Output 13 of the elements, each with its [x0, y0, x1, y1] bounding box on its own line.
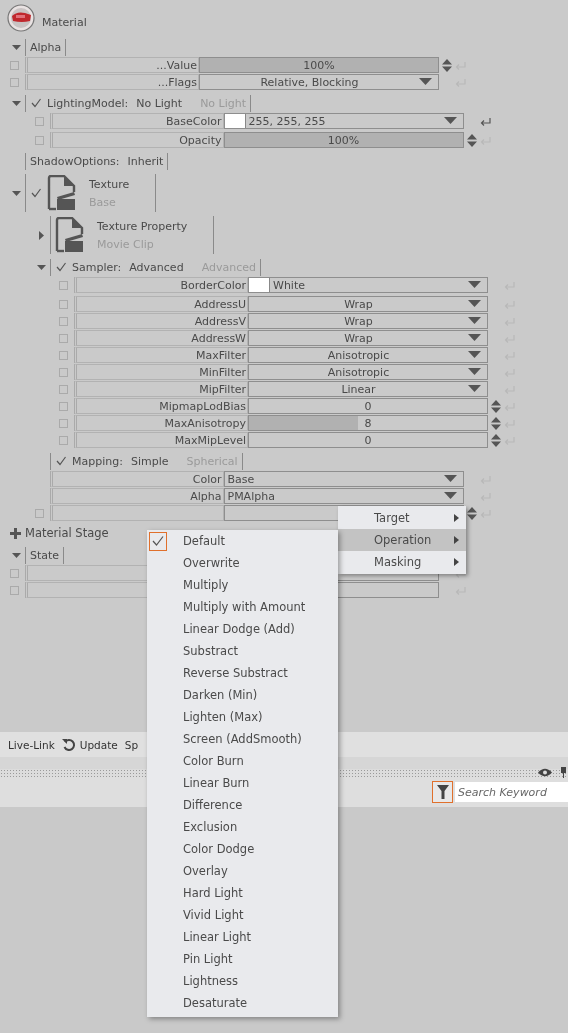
group-label: Sampler: — [72, 260, 122, 274]
group-label: ShadowOptions: — [30, 154, 120, 168]
asset-title: Texture Property — [97, 219, 188, 233]
label-field: Opacity — [49, 132, 224, 148]
label-field: Color — [49, 471, 224, 487]
group-label: Mapping: — [72, 454, 123, 468]
group-label: LightingModel: — [47, 96, 129, 110]
label-field: Alpha — [49, 488, 224, 504]
asset-title: Texture — [89, 177, 130, 191]
label-field: BaseColor — [49, 113, 224, 129]
material-title: Material — [42, 16, 87, 29]
group-label: Alpha — [30, 40, 62, 54]
group-label: State — [30, 548, 60, 562]
